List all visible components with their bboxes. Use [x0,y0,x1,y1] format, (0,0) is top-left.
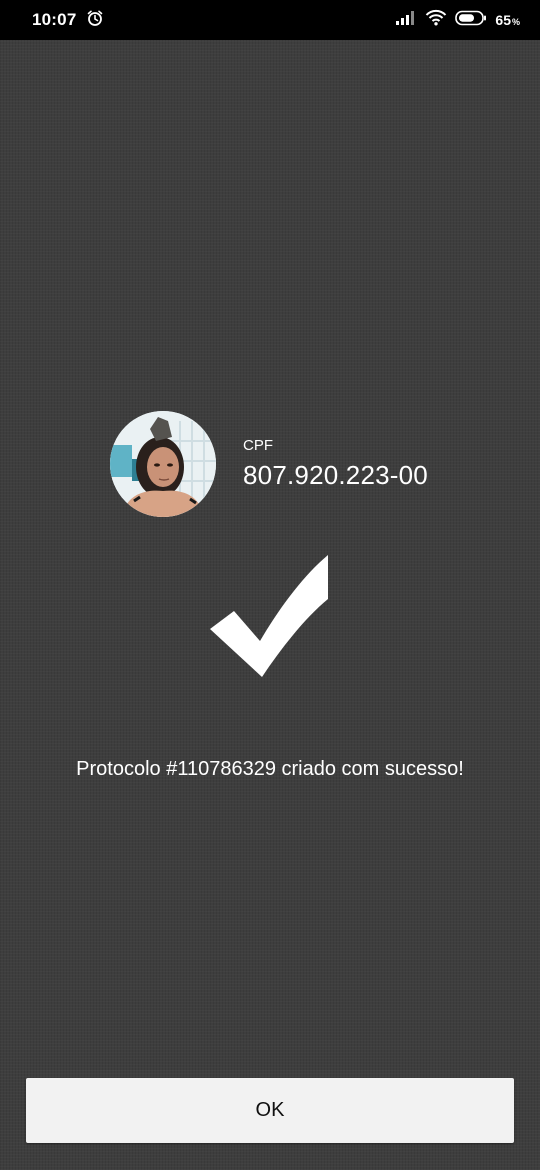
wifi-icon [425,9,447,31]
success-message: Protocolo #110786329 criado com sucesso! [76,758,464,780]
cpf-value: 807.920.223-00 [243,460,428,490]
status-time: 10:07 [32,10,77,29]
cpf-block: CPF 807.920.223-00 [243,437,428,491]
ok-button[interactable]: OK [26,1078,514,1143]
status-bar: 10:07 65% [0,0,540,40]
alarm-icon [86,9,104,32]
status-left: 10:07 [32,9,104,32]
battery-percent: 65% [495,12,520,28]
avatar [110,411,216,517]
signal-icon [395,10,417,31]
battery-icon [455,10,487,31]
battery-unit: % [511,17,520,27]
profile-block: CPF 807.920.223-00 [110,411,428,517]
battery-value: 65 [495,12,511,28]
status-right: 65% [395,9,520,31]
cpf-label: CPF [243,437,273,454]
main-content: CPF 807.920.223-00 Protocolo #110786329 … [0,40,540,1170]
checkmark-icon [208,555,332,679]
